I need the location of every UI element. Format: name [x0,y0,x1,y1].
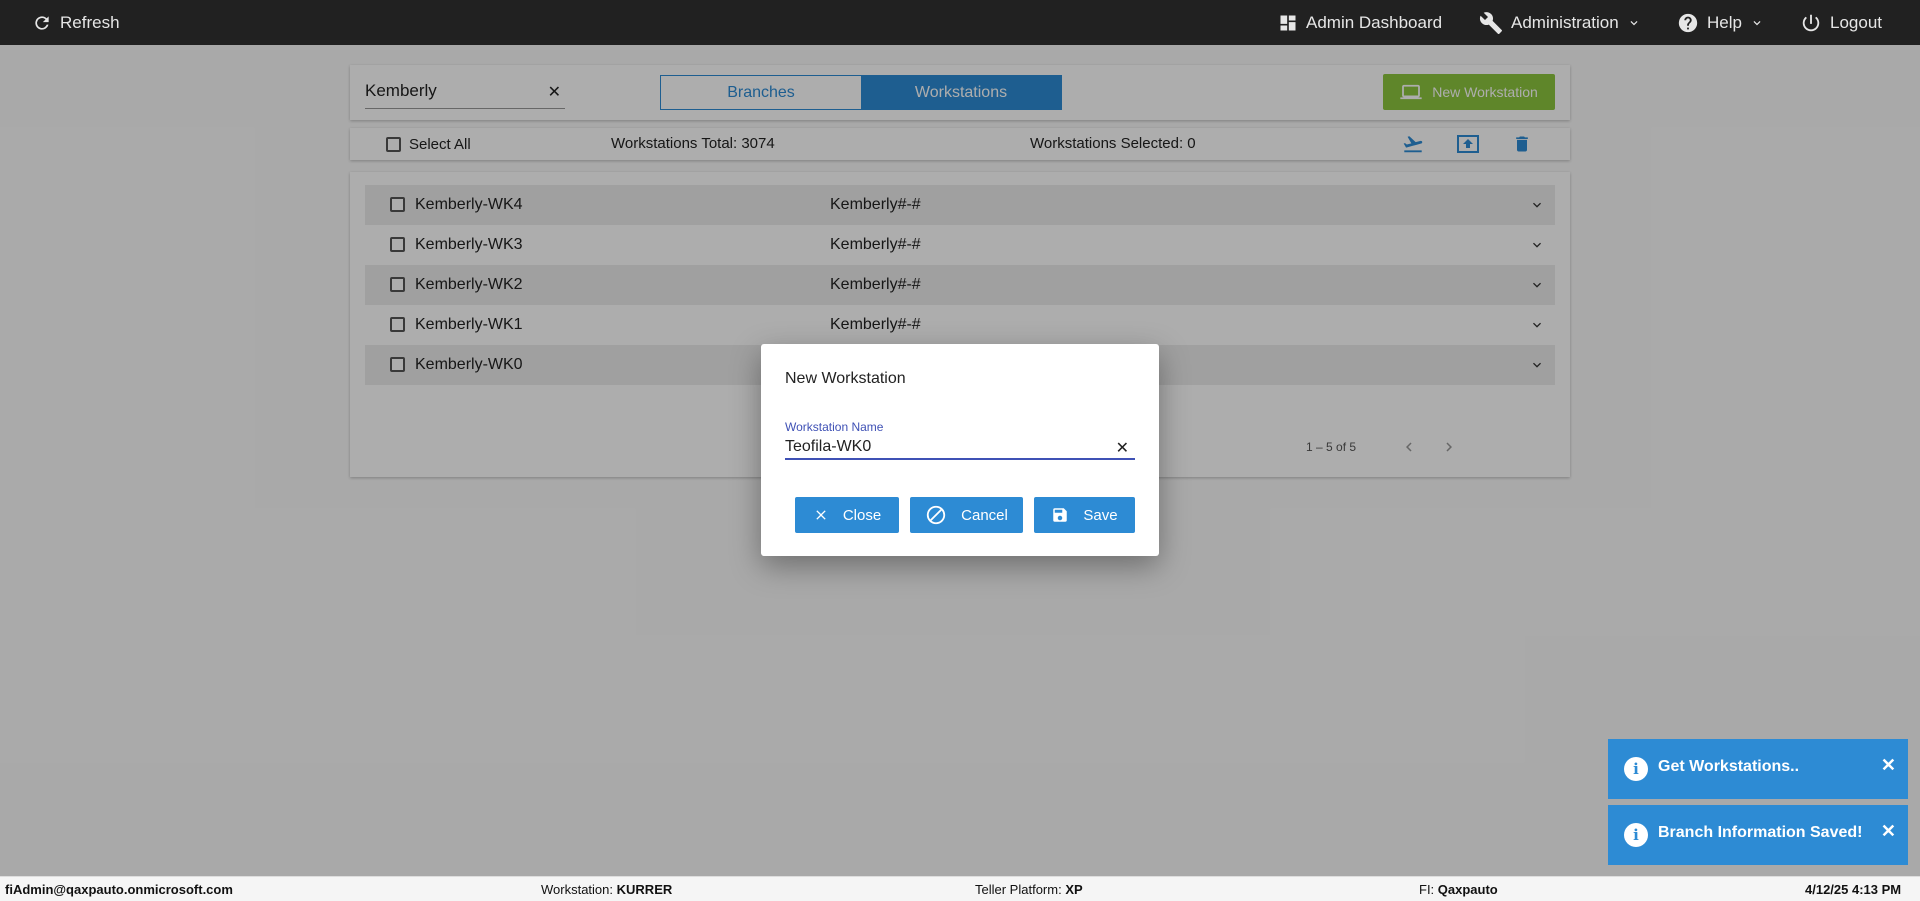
power-icon [1802,14,1820,31]
save-icon [1053,508,1068,522]
toast-close-icon[interactable]: ✕ [1881,821,1896,842]
wrench-icon [1479,11,1502,34]
footer-workstation-label: Workstation: [541,882,614,897]
cancel-label: Cancel [961,506,1008,524]
clear-icon[interactable]: ✕ [1116,438,1129,458]
administration-menu[interactable]: Administration [1479,0,1641,45]
close-icon [816,510,826,520]
dialog-title: New Workstation [785,370,906,387]
footer-platform-label: Teller Platform: [975,882,1062,897]
save-label: Save [1083,506,1118,524]
refresh-label: Refresh [60,12,120,32]
dashboard-icon [1280,15,1296,30]
footer-fi-value: Qaxpauto [1437,882,1498,897]
toast-notification: i Branch Information Saved! ✕ [1608,805,1908,865]
block-icon [926,505,946,525]
chevron-down-icon [1753,20,1761,25]
close-button[interactable]: Close [795,497,899,533]
help-icon [1678,13,1698,32]
info-icon: i [1624,757,1648,781]
footer-fi-label: FI: [1419,882,1435,897]
workstation-name-field: ✕ [785,436,1135,460]
footer-platform-value: XP [1065,882,1083,897]
toast-message: Get Workstations.. [1658,758,1800,775]
help-menu[interactable]: Help [1677,0,1764,45]
refresh-button[interactable]: Refresh [32,0,120,45]
footer-datetime: 4/12/25 4:13 PM [1805,882,1902,897]
workstation-name-label: Workstation Name [785,420,884,434]
logout-label: Logout [1830,12,1882,32]
toast-notification: i Get Workstations.. ✕ [1608,739,1908,799]
chevron-down-icon [1630,20,1638,25]
help-label: Help [1707,12,1742,32]
save-button[interactable]: Save [1034,497,1135,533]
toast-close-icon[interactable]: ✕ [1881,755,1896,776]
info-icon: i [1624,823,1648,847]
footer-platform: Teller Platform: XP [975,882,1083,897]
cancel-button[interactable]: Cancel [910,497,1023,533]
footer-fi: FI: Qaxpauto [1419,882,1498,897]
refresh-icon [35,15,49,30]
top-bar: Refresh Admin Dashboard Administration H… [0,0,1920,45]
administration-label: Administration [1511,12,1619,32]
footer-workstation: Workstation: KURRER [541,882,672,897]
admin-dashboard-link[interactable]: Admin Dashboard [1278,0,1442,45]
new-workstation-dialog: New Workstation Workstation Name ✕ Close… [761,344,1159,556]
toast-message: Branch Information Saved! [1658,824,1863,841]
close-label: Close [842,506,882,524]
footer-workstation-value: KURRER [616,882,673,897]
user-email: fiAdmin@qaxpauto.onmicrosoft.com [5,882,233,897]
status-footer: fiAdmin@qaxpauto.onmicrosoft.com Worksta… [0,876,1920,901]
workstation-name-input[interactable] [785,436,1105,458]
logout-button[interactable]: Logout [1800,0,1882,45]
admin-dashboard-label: Admin Dashboard [1306,12,1443,32]
